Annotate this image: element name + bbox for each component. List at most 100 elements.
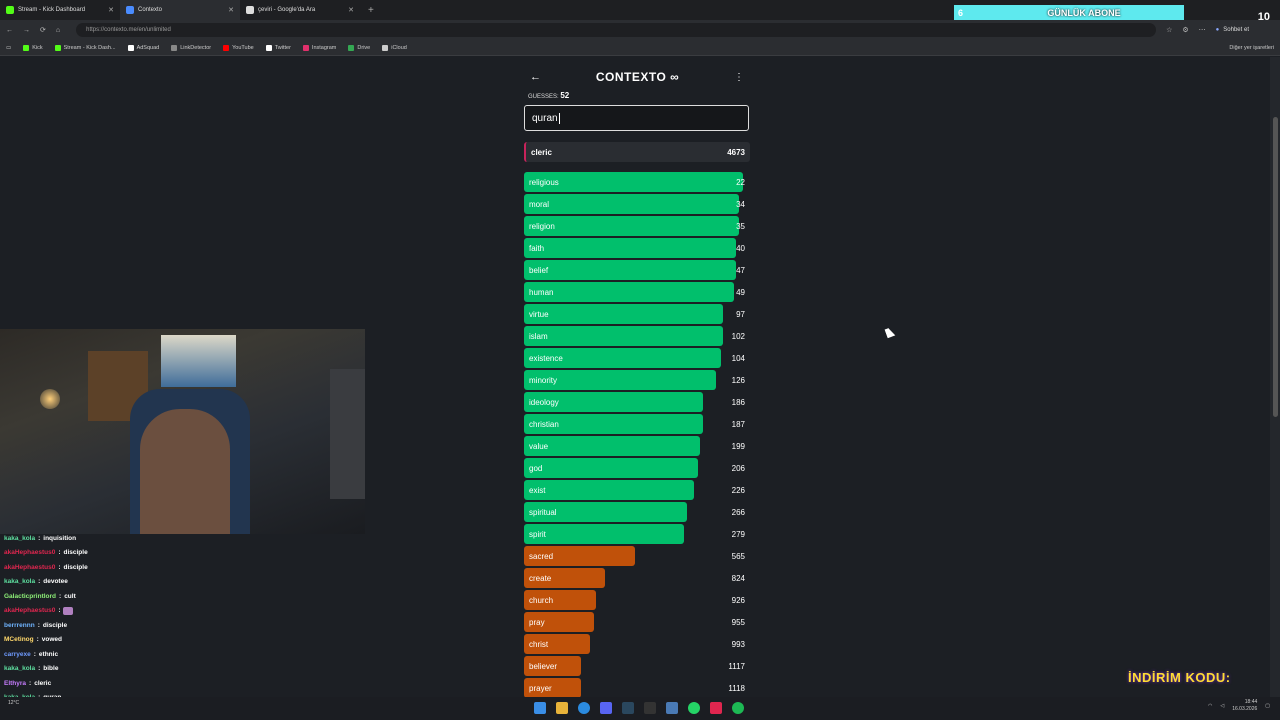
chat-message: kaka_kola: bible xyxy=(0,662,360,677)
star-icon[interactable]: ☆ xyxy=(1166,26,1172,34)
other-bookmarks[interactable]: Diğer yer işaretleri xyxy=(1229,45,1274,51)
emote-icon xyxy=(63,606,74,615)
url-field[interactable]: https://contexto.me/en/unlimited xyxy=(76,23,1157,37)
bookmark-item[interactable]: Stream - Kick Dash... xyxy=(54,44,116,51)
similarity-bar xyxy=(524,304,723,324)
tab-1[interactable]: Contexto ✕ xyxy=(120,0,240,20)
apps-icon[interactable]: ▭ xyxy=(6,45,11,51)
last-guess-rank: 4673 xyxy=(727,147,745,157)
chat-username[interactable]: MCetinog xyxy=(4,636,34,643)
clock[interactable]: 18:44 16.03.2026 xyxy=(1232,699,1257,713)
tab-0[interactable]: Stream - Kick Dashboard ✕ xyxy=(0,0,120,20)
more-icon[interactable]: ⋯ xyxy=(1199,26,1206,34)
bookmark-icon xyxy=(54,44,61,51)
bookmark-item[interactable]: YouTube xyxy=(223,44,254,51)
sub-goal-current: 6 xyxy=(958,8,964,18)
chat-text: bible xyxy=(43,665,59,673)
chat-username[interactable]: Elthyra xyxy=(4,680,26,687)
guess-row: minority 126 xyxy=(524,370,750,390)
guess-word: virtue xyxy=(529,309,549,319)
bookmark-item[interactable]: LinkDetector xyxy=(171,44,211,51)
guess-word: god xyxy=(529,463,543,473)
bookmark-item[interactable]: Instagram xyxy=(302,44,336,51)
volume-icon[interactable]: ◁ xyxy=(1220,703,1224,709)
whatsapp-icon[interactable] xyxy=(688,702,700,714)
chat-username[interactable]: berrrennn xyxy=(4,622,35,629)
close-icon[interactable]: ✕ xyxy=(228,6,234,14)
guess-rank: 102 xyxy=(731,331,745,341)
chat-username[interactable]: carryexe xyxy=(4,651,31,658)
bookmark-item[interactable]: AdSquad xyxy=(127,44,159,51)
chat-text: disciple xyxy=(63,563,88,571)
chat-username[interactable]: akaHephaestus0 xyxy=(4,607,55,614)
address-bar-row: ← → ⟳ ⌂ https://contexto.me/en/unlimited… xyxy=(0,20,1280,40)
bookmark-item[interactable]: Twitter xyxy=(265,44,291,51)
guess-row: value 199 xyxy=(524,436,750,456)
file-explorer-icon[interactable] xyxy=(556,702,568,714)
extensions-icon[interactable]: ⚙ xyxy=(1182,26,1188,34)
chat-separator: : xyxy=(38,665,41,673)
bookmark-item[interactable]: Drive xyxy=(348,44,371,51)
sub-goal-target-box: 10 xyxy=(1184,5,1280,23)
chat-message: Elthyra: cleric xyxy=(0,676,360,691)
guess-rank: 226 xyxy=(731,485,745,495)
notification-icon[interactable]: ▢ xyxy=(1265,703,1270,709)
bookmark-item[interactable]: Kick xyxy=(23,44,43,51)
forward-nav-icon[interactable]: → xyxy=(23,27,30,34)
chat-separator: : xyxy=(33,650,36,658)
home-icon[interactable]: ⌂ xyxy=(56,27,60,34)
steam-icon[interactable] xyxy=(622,702,634,714)
chat-icon: ● xyxy=(1215,27,1220,33)
guess-rank: 35 xyxy=(736,221,745,231)
app-icon[interactable] xyxy=(710,702,722,714)
discord-icon[interactable] xyxy=(600,702,612,714)
chat-separator: : xyxy=(36,636,39,644)
bookmark-label: Twitter xyxy=(274,44,291,51)
chat-username[interactable]: akaHephaestus0 xyxy=(4,549,55,556)
scroll-thumb[interactable] xyxy=(1273,117,1278,417)
close-icon[interactable]: ✕ xyxy=(108,6,114,14)
guess-word: spirit xyxy=(529,529,546,539)
weather-widget[interactable]: 12°C xyxy=(8,700,19,706)
tab-label: çeviri - Google'da Ara xyxy=(258,7,316,13)
edge-icon[interactable] xyxy=(578,702,590,714)
back-arrow-icon[interactable]: ← xyxy=(530,71,541,83)
guess-rank: 993 xyxy=(731,639,745,649)
guess-row: religion 35 xyxy=(524,216,750,236)
guess-row: create 824 xyxy=(524,568,750,588)
guess-rank: 49 xyxy=(736,287,745,297)
last-guess-row: cleric 4673 xyxy=(524,142,750,162)
chat-text: ethnic xyxy=(38,650,59,658)
menu-dots-icon[interactable]: ⋮ xyxy=(734,72,744,83)
bookmark-label: Drive xyxy=(357,44,371,51)
spotify-icon[interactable] xyxy=(732,702,744,714)
bookmark-item[interactable]: iCloud xyxy=(382,44,407,51)
chat-text: cleric xyxy=(34,679,52,687)
chat-username[interactable]: kaka_kola xyxy=(4,535,35,542)
reload-icon[interactable]: ⟳ xyxy=(40,26,46,34)
back-nav-icon[interactable]: ← xyxy=(6,27,13,34)
chat-message: berrrennn: disciple xyxy=(0,618,360,633)
wifi-icon[interactable]: ◠ xyxy=(1208,703,1212,709)
tab-2[interactable]: çeviri - Google'da Ara ✕ xyxy=(240,0,360,20)
guess-row: christian 187 xyxy=(524,414,750,434)
similarity-bar xyxy=(524,260,737,280)
chat-username[interactable]: kaka_kola xyxy=(4,578,35,585)
bookmark-icon xyxy=(265,44,272,51)
chat-username[interactable]: akaHephaestus0 xyxy=(4,564,55,571)
page-scrollbar[interactable] xyxy=(1270,57,1280,697)
guess-word: believer xyxy=(529,661,558,671)
terminal-icon[interactable] xyxy=(644,702,656,714)
chat-button[interactable]: ● Sohbet et xyxy=(1216,27,1249,33)
close-icon[interactable]: ✕ xyxy=(348,6,354,14)
new-tab-button[interactable]: + xyxy=(368,5,374,16)
wave-poster xyxy=(161,335,236,387)
guess-input[interactable]: quran xyxy=(524,105,749,131)
chat-separator: : xyxy=(37,621,40,629)
settings-icon[interactable] xyxy=(666,702,678,714)
similarity-bar xyxy=(524,282,735,302)
chat-username[interactable]: kaka_kola xyxy=(4,665,35,672)
chat-text: vowed xyxy=(41,636,63,644)
start-icon[interactable] xyxy=(534,702,546,714)
chat-username[interactable]: Galacticprintlord xyxy=(4,593,56,600)
